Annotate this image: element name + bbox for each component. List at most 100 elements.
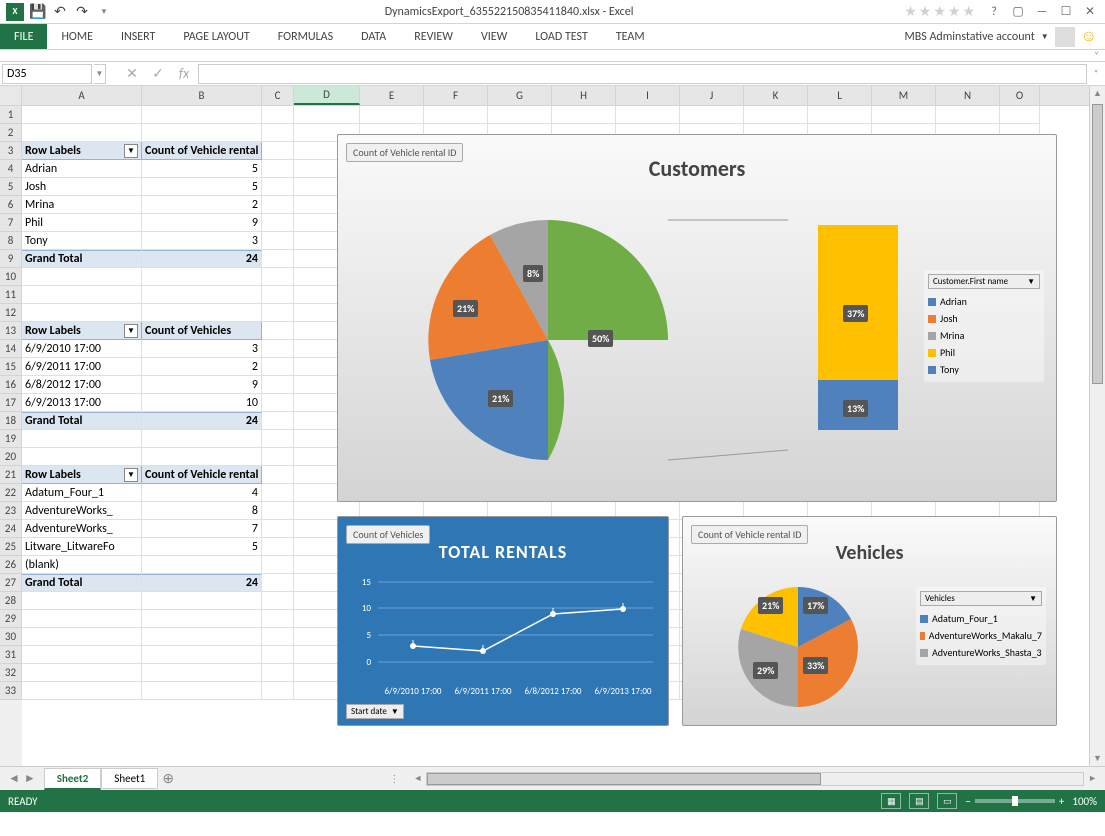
row-header[interactable]: 15 [0, 358, 22, 376]
smiley-icon[interactable]: ☺ [1081, 27, 1097, 46]
col-header[interactable]: N [936, 86, 1000, 105]
row-header[interactable]: 13 [0, 322, 22, 340]
row-header[interactable]: 17 [0, 394, 22, 412]
col-header[interactable]: D [294, 86, 360, 105]
expand-ribbon-icon[interactable]: ˅ [1094, 50, 1099, 61]
tab-data[interactable]: DATA [347, 24, 400, 49]
sheet-nav[interactable]: ◄► [0, 771, 44, 786]
help-icon[interactable]: ? [983, 3, 1005, 21]
tab-review[interactable]: REVIEW [400, 24, 467, 49]
undo-icon[interactable]: ↶ [52, 4, 68, 20]
row-header[interactable]: 19 [0, 430, 22, 448]
zoom-out-icon[interactable]: − [965, 795, 970, 808]
scroll-up-icon[interactable]: ▲ [1090, 86, 1105, 101]
cancel-formula-icon[interactable]: ✕ [120, 64, 144, 84]
scroll-right-icon[interactable]: ► [1088, 773, 1097, 784]
close-icon[interactable]: ✕ [1079, 3, 1101, 21]
row-header[interactable]: 28 [0, 592, 22, 610]
ribbon-options-icon[interactable]: ▢ [1007, 3, 1029, 21]
legend-title[interactable]: Vehicles▼ [920, 591, 1042, 606]
chart-total-rentals[interactable]: Count of Vehicles TOTAL RENTALS 15 10 5 … [337, 516, 669, 726]
legend-title[interactable]: Customer.First name▼ [928, 274, 1040, 289]
col-header[interactable]: L [808, 86, 872, 105]
row-header[interactable]: 4 [0, 160, 22, 178]
row-header[interactable]: 32 [0, 664, 22, 682]
tab-pagelayout[interactable]: PAGE LAYOUT [169, 24, 263, 49]
expand-formula-bar-icon[interactable]: ˅ [1089, 68, 1103, 79]
tab-home[interactable]: HOME [47, 24, 107, 49]
view-pagelayout-icon[interactable]: ▤ [909, 793, 929, 809]
col-header[interactable]: A [22, 86, 142, 105]
col-header[interactable]: B [142, 86, 262, 105]
row-header[interactable]: 24 [0, 520, 22, 538]
col-header[interactable]: G [488, 86, 552, 105]
row-header[interactable]: 33 [0, 682, 22, 700]
row-header[interactable]: 25 [0, 538, 22, 556]
row-header[interactable]: 21 [0, 466, 22, 484]
qat-dropdown-icon[interactable]: ▼ [96, 4, 112, 20]
row-header[interactable]: 2 [0, 124, 22, 142]
row-header[interactable]: 27 [0, 574, 22, 592]
add-sheet-icon[interactable]: ⊕ [158, 770, 178, 787]
row-header[interactable]: 12 [0, 304, 22, 322]
tab-loadtest[interactable]: LOAD TEST [521, 24, 602, 49]
name-box-dropdown[interactable]: ▼ [94, 64, 106, 84]
zoom-in-icon[interactable]: + [1059, 795, 1064, 808]
zoom-level[interactable]: 100% [1072, 795, 1097, 808]
row-header[interactable]: 10 [0, 268, 22, 286]
save-icon[interactable]: 💾 [30, 4, 46, 20]
row-header[interactable]: 23 [0, 502, 22, 520]
col-header[interactable]: O [1000, 86, 1040, 105]
row-header[interactable]: 20 [0, 448, 22, 466]
horizontal-scrollbar[interactable]: ◄ ► [405, 772, 1105, 786]
row-header[interactable]: 29 [0, 610, 22, 628]
sheet-tab-active[interactable]: Sheet2 [44, 768, 102, 790]
row-header[interactable]: 5 [0, 178, 22, 196]
col-header[interactable]: K [744, 86, 808, 105]
name-box[interactable]: D35 [2, 64, 92, 84]
col-header[interactable]: F [424, 86, 488, 105]
row-header[interactable]: 8 [0, 232, 22, 250]
col-header[interactable]: C [262, 86, 294, 105]
row-header[interactable]: 18 [0, 412, 22, 430]
col-header[interactable]: H [552, 86, 616, 105]
redo-icon[interactable]: ↷ [74, 4, 90, 20]
scroll-down-icon[interactable]: ▼ [1090, 753, 1105, 764]
col-header[interactable]: J [680, 86, 744, 105]
user-account[interactable]: MBS Adminstative account ▼ ☺ [904, 24, 1105, 49]
tab-formulas[interactable]: FORMULAS [264, 24, 347, 49]
row-header[interactable]: 6 [0, 196, 22, 214]
view-normal-icon[interactable]: ▦ [881, 793, 901, 809]
chart-filter[interactable]: Start date▼ [346, 704, 404, 719]
maximize-icon[interactable]: ☐ [1055, 3, 1077, 21]
row-header[interactable]: 3 [0, 142, 22, 160]
row-header[interactable]: 14 [0, 340, 22, 358]
row-header[interactable]: 31 [0, 646, 22, 664]
sheet-tab[interactable]: Sheet1 [101, 768, 158, 789]
row-header[interactable]: 26 [0, 556, 22, 574]
row-header[interactable]: 11 [0, 286, 22, 304]
row-header[interactable]: 1 [0, 106, 22, 124]
row-header[interactable]: 16 [0, 376, 22, 394]
enter-formula-icon[interactable]: ✓ [146, 64, 170, 84]
chart-customers[interactable]: Count of Vehicle rental ID Customers 8% … [337, 134, 1057, 502]
col-header[interactable]: M [872, 86, 936, 105]
select-all[interactable] [0, 86, 22, 106]
row-header[interactable]: 7 [0, 214, 22, 232]
fx-icon[interactable]: fx [172, 64, 196, 84]
tab-team[interactable]: TEAM [602, 24, 659, 49]
row-header[interactable]: 22 [0, 484, 22, 502]
formula-input[interactable] [198, 64, 1087, 84]
tab-file[interactable]: FILE [0, 24, 47, 49]
tab-view[interactable]: VIEW [467, 24, 521, 49]
minimize-icon[interactable]: — [1031, 3, 1053, 21]
col-header[interactable]: I [616, 86, 680, 105]
tab-insert[interactable]: INSERT [107, 24, 169, 49]
ribbon-collapsed-area[interactable]: ˅ [0, 50, 1105, 62]
zoom-control[interactable]: − + [965, 795, 1064, 808]
row-header[interactable]: 30 [0, 628, 22, 646]
view-pagebreak-icon[interactable]: ▭ [937, 793, 957, 809]
row-header[interactable]: 9 [0, 250, 22, 268]
chart-vehicles[interactable]: Count of Vehicle rental ID Vehicles 21% … [682, 516, 1057, 726]
scroll-thumb[interactable] [1092, 104, 1103, 384]
